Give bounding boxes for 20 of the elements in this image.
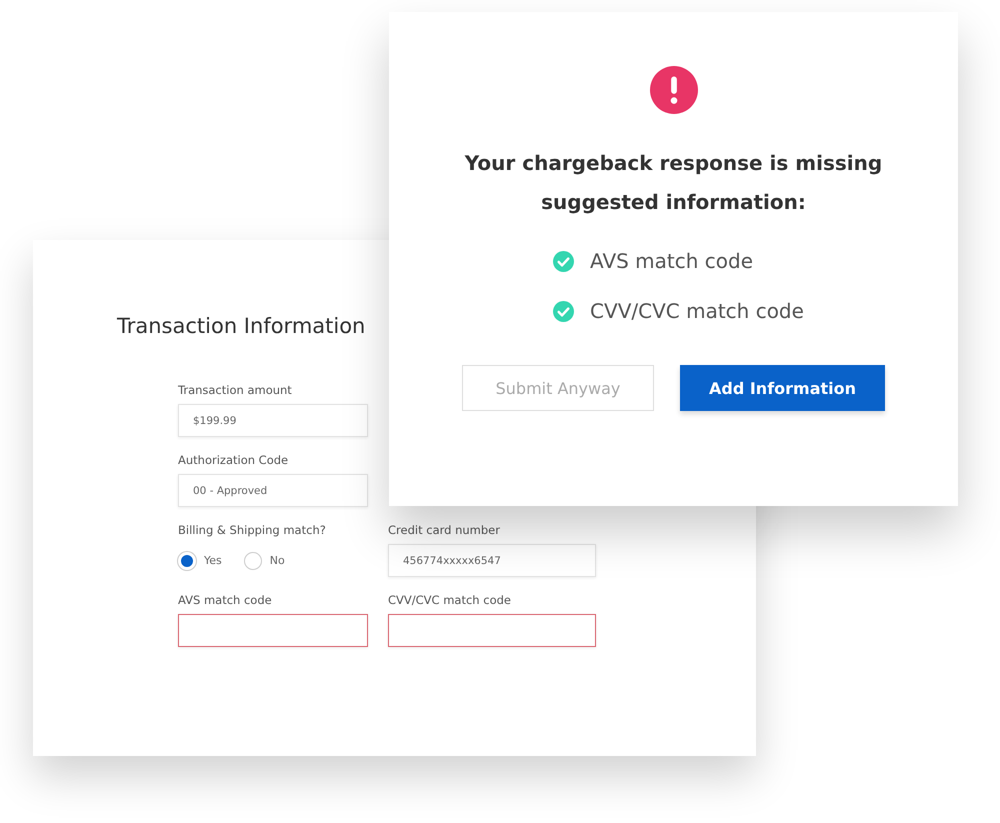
- field-label: CVV/CVC match code: [388, 593, 512, 607]
- add-button[interactable]: Add Information: [680, 365, 885, 411]
- input-field[interactable]: 00 - Approved: [178, 474, 368, 507]
- field-label: Billing & Shipping match?: [178, 523, 327, 537]
- input-field[interactable]: $199.99: [178, 404, 368, 437]
- radio-option[interactable]: Yes: [178, 552, 222, 570]
- dialog-message: Your chargeback response is missing suggested information:: [464, 150, 884, 216]
- radio-button[interactable]: [244, 552, 262, 570]
- input-field[interactable]: [178, 614, 368, 647]
- input-field[interactable]: [388, 614, 596, 647]
- missing-item: AVS match code: [590, 249, 754, 273]
- input-field[interactable]: 456774xxxxx6547: [388, 544, 596, 577]
- form-title: Transaction Information: [117, 314, 366, 338]
- field-label: Authorization Code: [178, 453, 290, 467]
- field-label: Transaction amount: [178, 383, 293, 397]
- alert-icon: [650, 66, 698, 114]
- field-label: Credit card number: [388, 523, 501, 537]
- missing-item: CVV/CVC match code: [590, 299, 804, 323]
- radio-option[interactable]: No: [244, 552, 285, 570]
- field-label: AVS match code: [178, 593, 273, 607]
